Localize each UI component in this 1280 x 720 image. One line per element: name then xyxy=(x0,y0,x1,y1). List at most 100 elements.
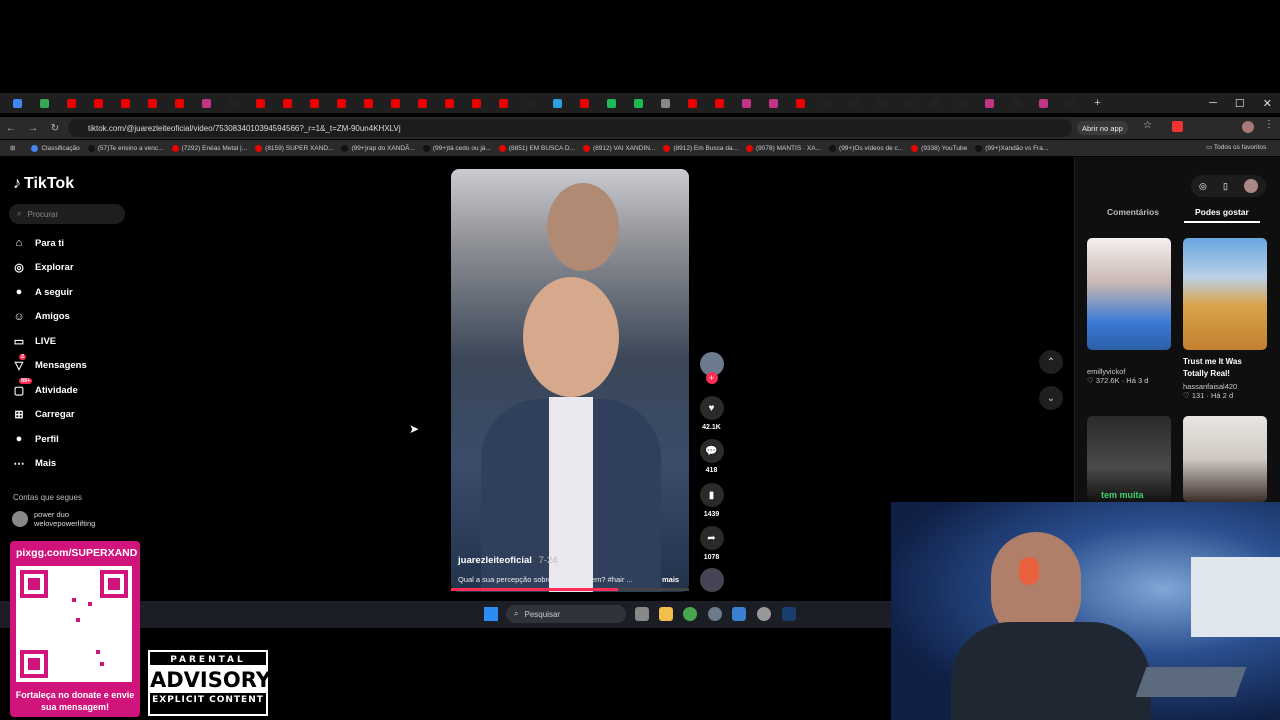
all-favorites[interactable]: ▭ Todos os favoritos xyxy=(1206,143,1266,151)
like-action[interactable]: ♥ 42.1K xyxy=(699,396,724,431)
nav-item[interactable]: ☺ Amigos xyxy=(12,308,69,326)
browser-tab[interactable] xyxy=(868,94,895,112)
save-action[interactable]: ▮ 1439 xyxy=(699,483,724,518)
bookmark-item[interactable]: (57)Te ensino a venc... xyxy=(87,144,164,152)
minimize-icon[interactable]: ─ xyxy=(1209,97,1217,109)
bookmark-item[interactable]: (8159) SUPER XAND... xyxy=(255,144,333,152)
maximize-icon[interactable]: ☐ xyxy=(1235,97,1245,110)
bookmark-item[interactable]: (99+)Os vídeos de c... xyxy=(829,144,903,152)
bookmark-item[interactable]: (7292) Enéas Metal |... xyxy=(171,144,247,152)
profile-avatar[interactable] xyxy=(1242,121,1254,133)
windows-start-icon[interactable] xyxy=(484,607,498,621)
browser-tab[interactable] xyxy=(463,94,490,112)
bookmark-item[interactable]: (8851) EM BUSCA D... xyxy=(498,144,575,152)
suggestion-author[interactable]: emillyvickof xyxy=(1087,367,1148,376)
taskbar-search[interactable]: ⌕ Pesquisar xyxy=(506,605,626,623)
scroll-up-button[interactable]: ⌃ xyxy=(1039,350,1063,374)
apps-grid-icon[interactable]: ⊞ xyxy=(10,144,15,152)
bookmark-item[interactable]: (99+)Xandão vs Fra... xyxy=(975,144,1048,152)
bookmark-item[interactable]: (9078) MANTIS · XA... xyxy=(746,144,821,152)
caption-more-button[interactable]: mais xyxy=(662,575,679,584)
bookmark-item[interactable]: (99+)rap do XANDÃ... xyxy=(341,144,415,152)
browser-tab[interactable] xyxy=(976,94,1003,112)
browser-tab[interactable] xyxy=(598,94,625,112)
forward-icon[interactable]: → xyxy=(22,123,44,134)
nav-item[interactable]: ▢ 99+ Atividade xyxy=(12,378,78,399)
follow-plus-icon[interactable]: + xyxy=(705,372,718,384)
chrome-icon[interactable] xyxy=(683,607,697,621)
tab-comments[interactable]: Comentários xyxy=(1107,207,1159,217)
back-icon[interactable]: ← xyxy=(0,123,22,134)
video-author[interactable]: juarezleiteoficial 7-24 xyxy=(458,555,558,566)
nav-item[interactable]: ⌂ Para ti xyxy=(12,234,64,252)
bookmark-item[interactable]: Classificação xyxy=(31,144,80,152)
browser-tab[interactable] xyxy=(166,94,193,112)
browser-tab[interactable] xyxy=(895,94,922,112)
task-view-icon[interactable] xyxy=(635,607,649,621)
browser-tab[interactable] xyxy=(382,94,409,112)
browser-tab[interactable] xyxy=(4,94,31,112)
share-action[interactable]: ➦ 1078 xyxy=(699,526,724,561)
nav-item[interactable]: ◎ Explorar xyxy=(12,259,73,277)
comment-action[interactable]: 💬 418 xyxy=(699,439,724,474)
scroll-down-button[interactable]: ⌄ xyxy=(1039,386,1063,410)
user-avatar[interactable] xyxy=(1243,179,1258,193)
reload-icon[interactable]: ↻ xyxy=(44,123,66,134)
nav-item[interactable]: ● A seguir xyxy=(12,283,73,301)
browser-tab[interactable] xyxy=(517,94,544,112)
browser-tab[interactable] xyxy=(490,94,517,112)
app-icon[interactable] xyxy=(732,607,746,621)
browser-tab[interactable] xyxy=(787,94,814,112)
browser-tab[interactable] xyxy=(1057,94,1084,112)
nav-item[interactable]: ⋯ Mais xyxy=(12,455,57,473)
browser-tab[interactable] xyxy=(760,94,787,112)
browser-tab[interactable] xyxy=(706,94,733,112)
search-input[interactable]: ⌕ Procurar xyxy=(9,204,125,224)
browser-tab[interactable] xyxy=(58,94,85,112)
browser-tab[interactable] xyxy=(85,94,112,112)
steam-icon[interactable] xyxy=(782,607,796,621)
music-disc[interactable] xyxy=(699,568,724,592)
following-account[interactable]: power duo welovepowerlifting xyxy=(12,510,95,528)
extension-icon[interactable] xyxy=(1172,121,1183,132)
open-in-app-button[interactable]: Abrir no app xyxy=(1077,121,1128,135)
browser-tab[interactable] xyxy=(409,94,436,112)
browser-tab[interactable] xyxy=(193,94,220,112)
browser-tab[interactable] xyxy=(301,94,328,112)
browser-tab[interactable] xyxy=(1003,94,1030,112)
browser-tab[interactable] xyxy=(625,94,652,112)
browser-tab[interactable] xyxy=(571,94,598,112)
bookmark-item[interactable]: (99+)tá cedo ou já... xyxy=(422,144,491,152)
nav-item[interactable]: ▽ 2 Mensagens xyxy=(12,353,87,375)
browser-tab[interactable] xyxy=(436,94,463,112)
browser-tab[interactable] xyxy=(220,94,247,112)
suggestion-thumb[interactable] xyxy=(1183,416,1267,502)
browser-tab[interactable] xyxy=(733,94,760,112)
file-explorer-icon[interactable] xyxy=(659,607,673,621)
menu-icon[interactable]: ⋮ xyxy=(1264,119,1274,130)
browser-tab[interactable] xyxy=(139,94,166,112)
suggestion-author[interactable]: hassanfaisal420 xyxy=(1183,382,1237,391)
browser-tab[interactable] xyxy=(544,94,571,112)
bookmark-item[interactable]: (8912) VAI XANDIN... xyxy=(582,144,655,152)
close-icon[interactable]: ✕ xyxy=(1263,97,1272,110)
browser-tab[interactable] xyxy=(31,94,58,112)
browser-tab[interactable] xyxy=(328,94,355,112)
tiktok-logo[interactable]: ♪ TikTok xyxy=(13,175,74,193)
settings-icon[interactable] xyxy=(708,607,722,621)
phone-icon[interactable]: ▯ xyxy=(1223,181,1228,192)
new-tab-icon[interactable]: + xyxy=(1084,94,1111,112)
compass-icon[interactable]: ◎ xyxy=(1199,181,1207,192)
browser-tab[interactable] xyxy=(814,94,841,112)
app-icon[interactable] xyxy=(757,607,771,621)
video-player[interactable] xyxy=(451,169,689,592)
address-bar[interactable]: tiktok.com/@juarezleiteoficial/video/753… xyxy=(68,119,1072,137)
bookmark-item[interactable]: (8912) Em Busca da... xyxy=(663,144,738,152)
nav-item[interactable]: ⊞ Carregar xyxy=(12,406,74,424)
star-icon[interactable]: ☆ xyxy=(1143,120,1152,131)
browser-tab[interactable] xyxy=(274,94,301,112)
tab-you-may-like[interactable]: Podes gostar xyxy=(1195,207,1249,217)
browser-tab[interactable] xyxy=(652,94,679,112)
browser-tab[interactable] xyxy=(355,94,382,112)
video-progress-bar[interactable] xyxy=(451,588,689,591)
